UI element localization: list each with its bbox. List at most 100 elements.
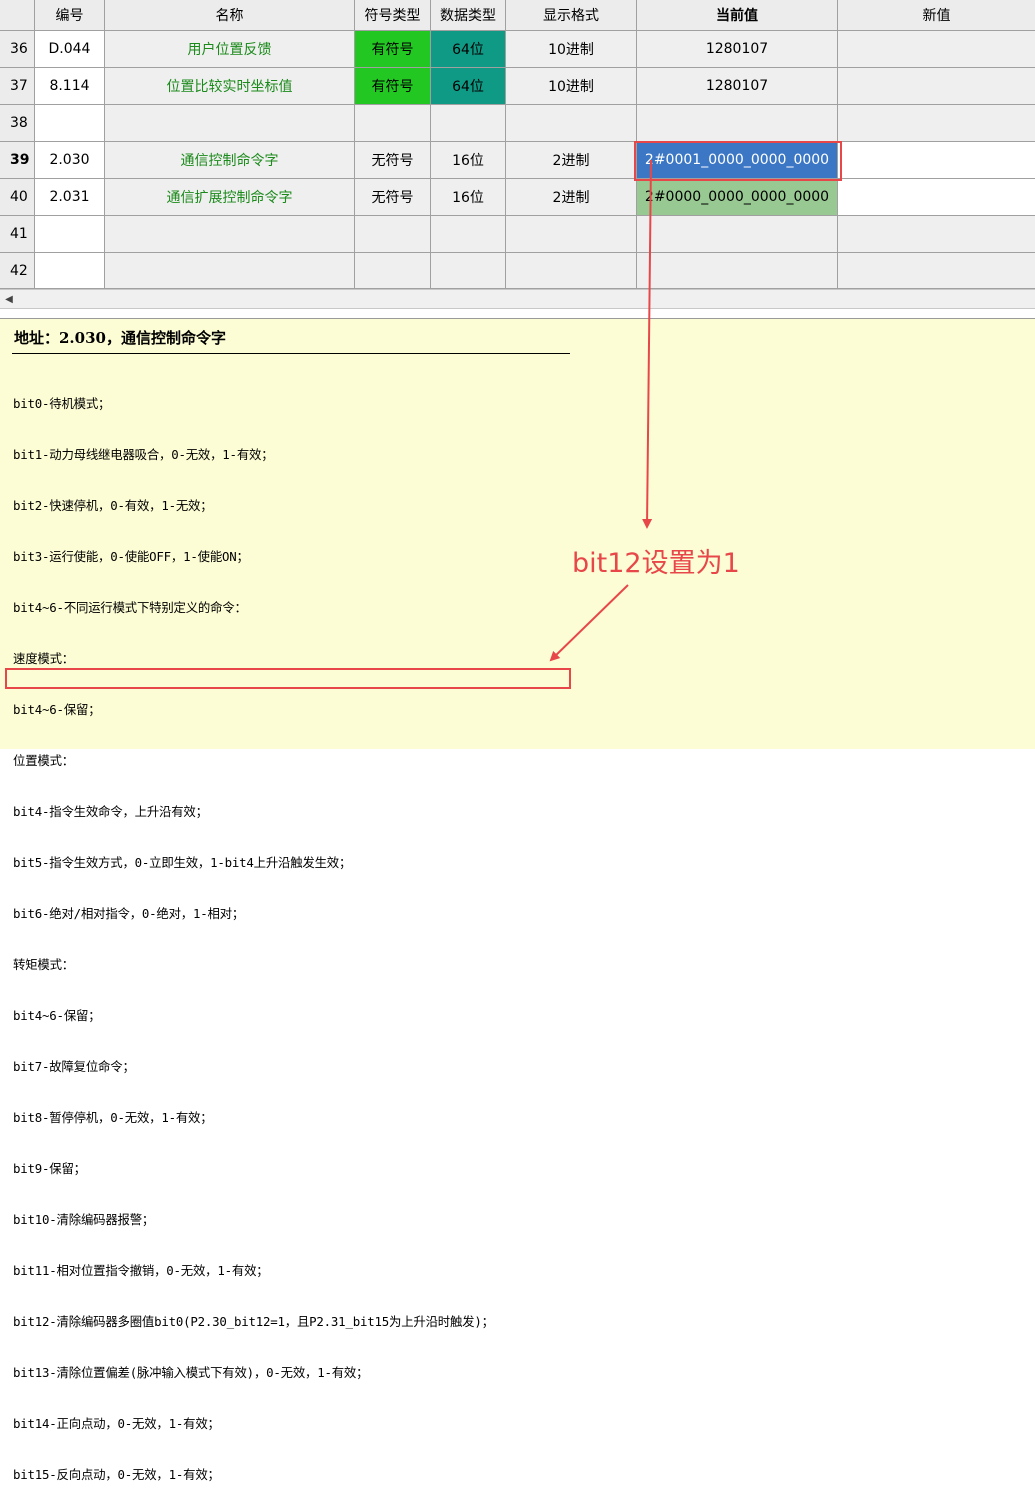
- dtype-cell[interactable]: 64位: [431, 31, 506, 68]
- code-cell[interactable]: 2.030: [35, 142, 105, 179]
- current-value-cell[interactable]: [637, 105, 838, 142]
- description-line: bit0-待机模式；: [13, 396, 111, 411]
- table-row[interactable]: 36 D.044 用户位置反馈 有符号 64位 10进制 1280107: [0, 31, 1035, 68]
- table-row[interactable]: 42: [0, 253, 1035, 289]
- grid-header: 编号 名称 符号类型 数据类型 显示格式 当前值 新值: [0, 0, 1035, 31]
- table-row[interactable]: 38: [0, 105, 1035, 142]
- header-code[interactable]: 编号: [35, 0, 105, 31]
- dtype-cell[interactable]: 16位: [431, 142, 506, 179]
- code-cell[interactable]: [35, 253, 105, 289]
- description-line: bit9-保留；: [13, 1161, 86, 1176]
- new-value-cell[interactable]: [838, 253, 1035, 289]
- row-number[interactable]: 42: [0, 253, 35, 289]
- name-cell[interactable]: 通信控制命令字: [105, 142, 355, 179]
- code-cell[interactable]: 8.114: [35, 68, 105, 105]
- header-format[interactable]: 显示格式: [506, 0, 637, 31]
- row-number[interactable]: 36: [0, 31, 35, 68]
- description-title: 地址：2.030，通信控制命令字: [14, 329, 226, 347]
- description-line: bit8-暂停停机，0-无效，1-有效；: [13, 1110, 213, 1125]
- panel-divider[interactable]: [0, 311, 1035, 319]
- sign-cell[interactable]: 有符号: [355, 31, 431, 68]
- format-cell[interactable]: 2进制: [506, 142, 637, 179]
- description-line: bit14-正向点动，0-无效，1-有效；: [13, 1416, 220, 1431]
- sign-cell[interactable]: 无符号: [355, 179, 431, 216]
- description-line: 位置模式：: [13, 753, 74, 768]
- row-number[interactable]: 39: [0, 142, 35, 179]
- name-cell[interactable]: [105, 253, 355, 289]
- new-value-cell[interactable]: [838, 105, 1035, 142]
- code-cell[interactable]: [35, 216, 105, 253]
- description-line: bit5-指令生效方式，0-立即生效，1-bit4上升沿触发生效；: [13, 855, 352, 870]
- new-value-cell[interactable]: [838, 68, 1035, 105]
- description-line: bit4-指令生效命令，上升沿有效；: [13, 804, 208, 819]
- table-row[interactable]: 40 2.031 通信扩展控制命令字 无符号 16位 2进制 2#0000_00…: [0, 179, 1035, 216]
- corner-cell: [0, 0, 35, 31]
- current-value-cell[interactable]: 1280107: [637, 68, 838, 105]
- table-row[interactable]: 41: [0, 216, 1035, 253]
- header-new[interactable]: 新值: [838, 0, 1035, 31]
- dtype-cell[interactable]: [431, 216, 506, 253]
- sign-cell[interactable]: [355, 105, 431, 142]
- description-lines: bit0-待机模式； bit1-动力母线继电器吸合，0-无效，1-有效； bit…: [13, 361, 494, 1498]
- current-value-highlight-box: [634, 141, 842, 181]
- row-number[interactable]: 40: [0, 179, 35, 216]
- format-cell[interactable]: 10进制: [506, 31, 637, 68]
- name-cell[interactable]: [105, 105, 355, 142]
- name-cell[interactable]: 通信扩展控制命令字: [105, 179, 355, 216]
- description-line: bit15-反向点动，0-无效，1-有效；: [13, 1467, 220, 1482]
- name-cell[interactable]: 位置比较实时坐标值: [105, 68, 355, 105]
- code-cell[interactable]: [35, 105, 105, 142]
- annotation-label: bit12设置为1: [572, 548, 740, 579]
- table-row-selected[interactable]: 39 2.030 通信控制命令字 无符号 16位 2进制 2#0001_0000…: [0, 142, 1035, 179]
- row-number[interactable]: 37: [0, 68, 35, 105]
- header-name[interactable]: 名称: [105, 0, 355, 31]
- description-line: bit12-清除编码器多圈值bit0(P2.30_bit12=1，且P2.31_…: [13, 1314, 494, 1329]
- format-cell[interactable]: [506, 253, 637, 289]
- header-sign[interactable]: 符号类型: [355, 0, 431, 31]
- description-line: bit2-快速停机，0-有效，1-无效；: [13, 498, 213, 513]
- description-line: bit4~6-不同运行模式下特别定义的命令：: [13, 600, 247, 615]
- horizontal-scrollbar[interactable]: ◀: [0, 289, 1035, 309]
- header-dtype[interactable]: 数据类型: [431, 0, 506, 31]
- dtype-cell[interactable]: [431, 253, 506, 289]
- current-value-cell[interactable]: 2#0000_0000_0000_0000: [637, 179, 838, 216]
- parameter-grid: 编号 名称 符号类型 数据类型 显示格式 当前值 新值 36 D.044 用户位…: [0, 0, 1035, 311]
- code-cell[interactable]: D.044: [35, 31, 105, 68]
- current-value-cell[interactable]: 1280107: [637, 31, 838, 68]
- sign-cell[interactable]: [355, 253, 431, 289]
- sign-cell[interactable]: [355, 216, 431, 253]
- description-line: bit3-运行使能，0-使能OFF，1-使能ON；: [13, 549, 249, 564]
- description-line: bit10-清除编码器报警；: [13, 1212, 155, 1227]
- new-value-cell[interactable]: [838, 31, 1035, 68]
- name-cell[interactable]: [105, 216, 355, 253]
- dtype-cell[interactable]: [431, 105, 506, 142]
- sign-cell[interactable]: 有符号: [355, 68, 431, 105]
- code-cell[interactable]: 2.031: [35, 179, 105, 216]
- title-underline: [12, 353, 570, 354]
- format-cell[interactable]: 2进制: [506, 179, 637, 216]
- new-value-cell[interactable]: [838, 142, 1035, 179]
- header-current[interactable]: 当前值: [637, 0, 838, 31]
- sign-cell[interactable]: 无符号: [355, 142, 431, 179]
- description-line: bit1-动力母线继电器吸合，0-无效，1-有效；: [13, 447, 274, 462]
- table-row[interactable]: 37 8.114 位置比较实时坐标值 有符号 64位 10进制 1280107: [0, 68, 1035, 105]
- scrollbar-track[interactable]: [26, 293, 1026, 305]
- dtype-cell[interactable]: 16位: [431, 179, 506, 216]
- new-value-cell[interactable]: [838, 179, 1035, 216]
- format-cell[interactable]: 10进制: [506, 68, 637, 105]
- current-value-cell[interactable]: [637, 253, 838, 289]
- row-number[interactable]: 38: [0, 105, 35, 142]
- description-line: bit6-绝对/相对指令，0-绝对，1-相对；: [13, 906, 245, 921]
- scroll-left-arrow-icon[interactable]: ◀: [2, 292, 16, 306]
- new-value-cell[interactable]: [838, 216, 1035, 253]
- description-line: 转矩模式：: [13, 957, 74, 972]
- format-cell[interactable]: [506, 216, 637, 253]
- description-line: bit4~6-保留；: [13, 1008, 101, 1023]
- dtype-cell[interactable]: 64位: [431, 68, 506, 105]
- format-cell[interactable]: [506, 105, 637, 142]
- description-line: 速度模式：: [13, 651, 74, 666]
- row-number[interactable]: 41: [0, 216, 35, 253]
- current-value-cell[interactable]: [637, 216, 838, 253]
- description-line: bit11-相对位置指令撤销，0-无效，1-有效；: [13, 1263, 269, 1278]
- name-cell[interactable]: 用户位置反馈: [105, 31, 355, 68]
